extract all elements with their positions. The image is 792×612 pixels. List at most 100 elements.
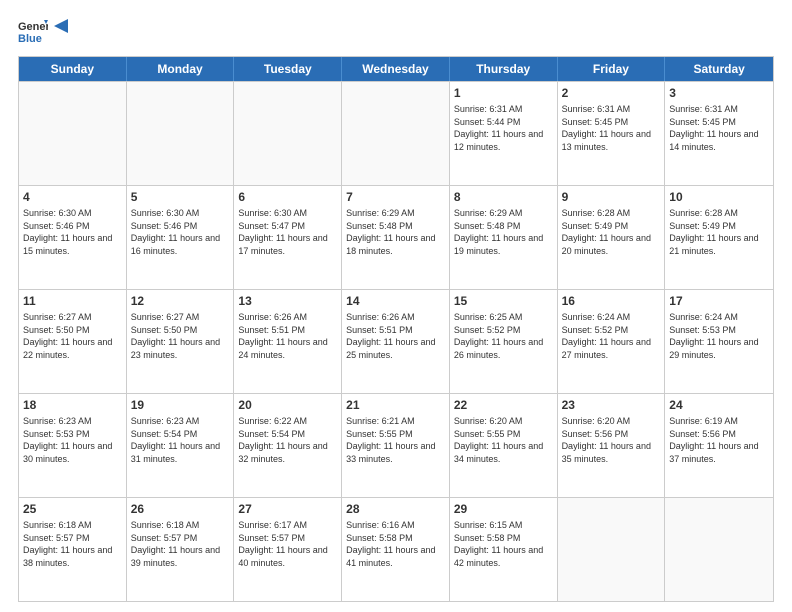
day-number: 14 (346, 293, 445, 309)
calendar-day-12: 12 Sunrise: 6:27 AM Sunset: 5:50 PM Dayli… (127, 290, 235, 393)
day-number: 26 (131, 501, 230, 517)
header: General Blue (18, 16, 774, 46)
day-info: Sunrise: 6:24 AM Sunset: 5:52 PM Dayligh… (562, 311, 661, 361)
day-number: 2 (562, 85, 661, 101)
day-number: 28 (346, 501, 445, 517)
calendar-day-15: 15 Sunrise: 6:25 AM Sunset: 5:52 PM Dayli… (450, 290, 558, 393)
day-number: 24 (669, 397, 769, 413)
day-header-friday: Friday (558, 57, 666, 81)
calendar-day-11: 11 Sunrise: 6:27 AM Sunset: 5:50 PM Dayli… (19, 290, 127, 393)
calendar-empty-cell (127, 82, 235, 185)
day-number: 15 (454, 293, 553, 309)
day-info: Sunrise: 6:31 AM Sunset: 5:45 PM Dayligh… (562, 103, 661, 153)
calendar-day-29: 29 Sunrise: 6:15 AM Sunset: 5:58 PM Dayli… (450, 498, 558, 601)
calendar-day-4: 4 Sunrise: 6:30 AM Sunset: 5:46 PM Daylig… (19, 186, 127, 289)
svg-text:General: General (18, 21, 48, 33)
day-header-monday: Monday (127, 57, 235, 81)
day-info: Sunrise: 6:17 AM Sunset: 5:57 PM Dayligh… (238, 519, 337, 569)
calendar-day-9: 9 Sunrise: 6:28 AM Sunset: 5:49 PM Daylig… (558, 186, 666, 289)
day-info: Sunrise: 6:20 AM Sunset: 5:55 PM Dayligh… (454, 415, 553, 465)
calendar: SundayMondayTuesdayWednesdayThursdayFrid… (18, 56, 774, 602)
day-number: 16 (562, 293, 661, 309)
calendar-week-4: 18 Sunrise: 6:23 AM Sunset: 5:53 PM Dayli… (19, 393, 773, 497)
calendar-week-5: 25Sunrise: 6:18 AM Sunset: 5:57 PM Dayli… (19, 497, 773, 601)
day-number: 17 (669, 293, 769, 309)
day-info: Sunrise: 6:21 AM Sunset: 5:55 PM Dayligh… (346, 415, 445, 465)
calendar-day-28: 28 Sunrise: 6:16 AM Sunset: 5:58 PM Dayli… (342, 498, 450, 601)
calendar-empty-cell (342, 82, 450, 185)
calendar-header-row: SundayMondayTuesdayWednesdayThursdayFrid… (19, 57, 773, 81)
calendar-day-7: 7Sunrise: 6:29 AM Sunset: 5:48 PM Daylig… (342, 186, 450, 289)
day-info: Sunrise: 6:31 AM Sunset: 5:44 PM Dayligh… (454, 103, 553, 153)
day-info: Sunrise: 6:18 AM Sunset: 5:57 PM Dayligh… (23, 519, 122, 569)
calendar-empty-cell (234, 82, 342, 185)
day-info: Sunrise: 6:16 AM Sunset: 5:58 PM Dayligh… (346, 519, 445, 569)
day-number: 23 (562, 397, 661, 413)
day-info: Sunrise: 6:27 AM Sunset: 5:50 PM Dayligh… (131, 311, 230, 361)
day-number: 4 (23, 189, 122, 205)
day-info: Sunrise: 6:23 AM Sunset: 5:54 PM Dayligh… (131, 415, 230, 465)
calendar-day-3: 3Sunrise: 6:31 AM Sunset: 5:45 PM Daylig… (665, 82, 773, 185)
calendar-day-8: 8 Sunrise: 6:29 AM Sunset: 5:48 PM Daylig… (450, 186, 558, 289)
calendar-day-6: 6 Sunrise: 6:30 AM Sunset: 5:47 PM Daylig… (234, 186, 342, 289)
day-info: Sunrise: 6:15 AM Sunset: 5:58 PM Dayligh… (454, 519, 553, 569)
calendar-day-19: 19 Sunrise: 6:23 AM Sunset: 5:54 PM Dayli… (127, 394, 235, 497)
day-header-tuesday: Tuesday (234, 57, 342, 81)
day-number: 6 (238, 189, 337, 205)
page: General Blue SundayMondayTuesdayWednesda… (0, 0, 792, 612)
calendar-week-3: 11 Sunrise: 6:27 AM Sunset: 5:50 PM Dayli… (19, 289, 773, 393)
day-info: Sunrise: 6:26 AM Sunset: 5:51 PM Dayligh… (238, 311, 337, 361)
calendar-day-26: 26 Sunrise: 6:18 AM Sunset: 5:57 PM Dayli… (127, 498, 235, 601)
day-info: Sunrise: 6:24 AM Sunset: 5:53 PM Dayligh… (669, 311, 769, 361)
logo: General Blue (18, 16, 68, 46)
day-info: Sunrise: 6:28 AM Sunset: 5:49 PM Dayligh… (562, 207, 661, 257)
calendar-empty-cell (665, 498, 773, 601)
day-number: 9 (562, 189, 661, 205)
day-number: 18 (23, 397, 122, 413)
day-number: 29 (454, 501, 553, 517)
day-header-sunday: Sunday (19, 57, 127, 81)
calendar-body: 1 Sunrise: 6:31 AM Sunset: 5:44 PM Daylig… (19, 81, 773, 601)
day-header-saturday: Saturday (665, 57, 773, 81)
day-number: 21 (346, 397, 445, 413)
calendar-day-13: 13 Sunrise: 6:26 AM Sunset: 5:51 PM Dayli… (234, 290, 342, 393)
calendar-empty-cell (19, 82, 127, 185)
day-header-thursday: Thursday (450, 57, 558, 81)
logo-icon: General Blue (18, 16, 48, 46)
calendar-day-10: 10 Sunrise: 6:28 AM Sunset: 5:49 PM Dayli… (665, 186, 773, 289)
day-info: Sunrise: 6:27 AM Sunset: 5:50 PM Dayligh… (23, 311, 122, 361)
day-info: Sunrise: 6:23 AM Sunset: 5:53 PM Dayligh… (23, 415, 122, 465)
calendar-day-27: 27Sunrise: 6:17 AM Sunset: 5:57 PM Dayli… (234, 498, 342, 601)
day-number: 1 (454, 85, 553, 101)
day-number: 12 (131, 293, 230, 309)
day-number: 10 (669, 189, 769, 205)
day-number: 20 (238, 397, 337, 413)
day-info: Sunrise: 6:30 AM Sunset: 5:46 PM Dayligh… (131, 207, 230, 257)
day-number: 19 (131, 397, 230, 413)
logo-arrow-icon (50, 17, 68, 35)
day-header-wednesday: Wednesday (342, 57, 450, 81)
day-number: 8 (454, 189, 553, 205)
calendar-day-22: 22 Sunrise: 6:20 AM Sunset: 5:55 PM Dayli… (450, 394, 558, 497)
day-number: 7 (346, 189, 445, 205)
calendar-day-16: 16 Sunrise: 6:24 AM Sunset: 5:52 PM Dayli… (558, 290, 666, 393)
day-info: Sunrise: 6:29 AM Sunset: 5:48 PM Dayligh… (454, 207, 553, 257)
calendar-day-17: 17 Sunrise: 6:24 AM Sunset: 5:53 PM Dayli… (665, 290, 773, 393)
calendar-day-24: 24Sunrise: 6:19 AM Sunset: 5:56 PM Dayli… (665, 394, 773, 497)
day-info: Sunrise: 6:25 AM Sunset: 5:52 PM Dayligh… (454, 311, 553, 361)
calendar-week-2: 4 Sunrise: 6:30 AM Sunset: 5:46 PM Daylig… (19, 185, 773, 289)
day-info: Sunrise: 6:28 AM Sunset: 5:49 PM Dayligh… (669, 207, 769, 257)
day-number: 11 (23, 293, 122, 309)
day-info: Sunrise: 6:22 AM Sunset: 5:54 PM Dayligh… (238, 415, 337, 465)
day-info: Sunrise: 6:30 AM Sunset: 5:46 PM Dayligh… (23, 207, 122, 257)
day-info: Sunrise: 6:18 AM Sunset: 5:57 PM Dayligh… (131, 519, 230, 569)
day-number: 22 (454, 397, 553, 413)
calendar-day-5: 5Sunrise: 6:30 AM Sunset: 5:46 PM Daylig… (127, 186, 235, 289)
calendar-day-18: 18 Sunrise: 6:23 AM Sunset: 5:53 PM Dayli… (19, 394, 127, 497)
calendar-day-14: 14Sunrise: 6:26 AM Sunset: 5:51 PM Dayli… (342, 290, 450, 393)
day-number: 3 (669, 85, 769, 101)
day-info: Sunrise: 6:30 AM Sunset: 5:47 PM Dayligh… (238, 207, 337, 257)
day-number: 13 (238, 293, 337, 309)
day-info: Sunrise: 6:20 AM Sunset: 5:56 PM Dayligh… (562, 415, 661, 465)
calendar-week-1: 1 Sunrise: 6:31 AM Sunset: 5:44 PM Daylig… (19, 81, 773, 185)
